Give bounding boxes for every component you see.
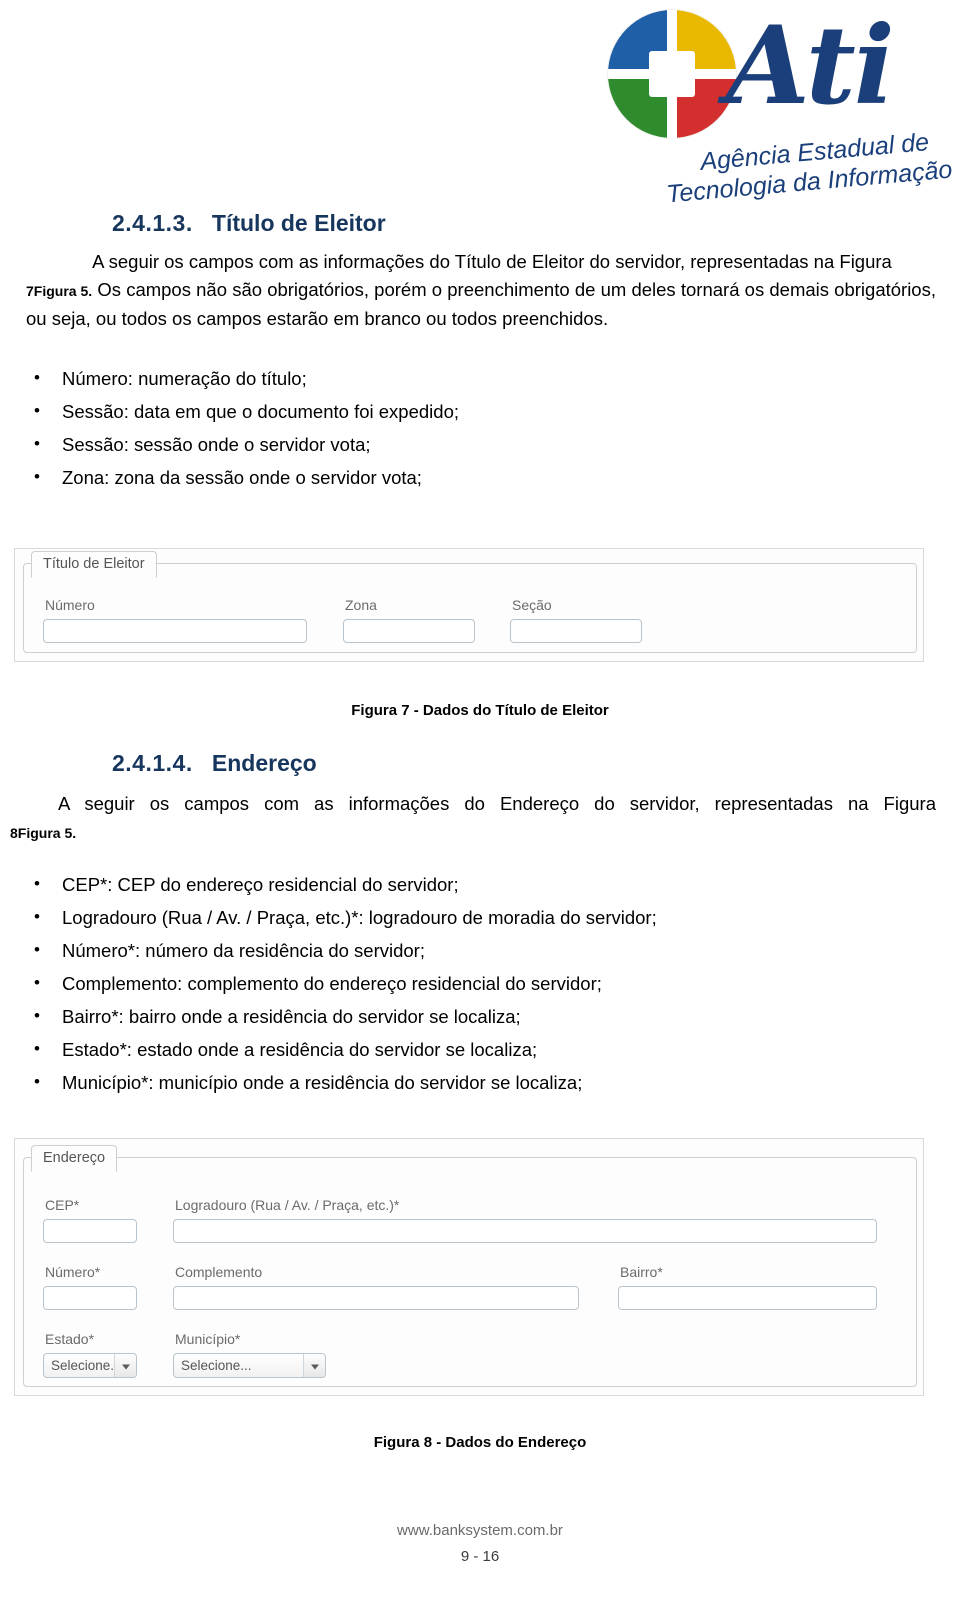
list-item: CEP*: CEP do endereço residencial do ser… xyxy=(34,867,942,901)
chevron-down-icon[interactable] xyxy=(303,1354,325,1377)
section1-paragraph: 7Figura 5. Os campos não são obrigatório… xyxy=(26,276,936,333)
list-item: Sessão: sessão onde o servidor vota; xyxy=(34,427,942,461)
list-item: Zona: zona da sessão onde o servidor vot… xyxy=(34,460,942,494)
municipio-label: Município* xyxy=(175,1331,241,1347)
section-number-2: 2.4.1.4. xyxy=(112,750,193,776)
section-number-1: 2.4.1.3. xyxy=(112,210,193,236)
bairro-input[interactable] xyxy=(618,1286,877,1310)
endereco-fieldset xyxy=(23,1157,917,1387)
figure-ref-1: Figura 5. xyxy=(33,283,93,299)
secao-input[interactable] xyxy=(510,619,642,643)
section1-intro-line1: A seguir os campos com as informações do… xyxy=(92,251,892,272)
numero-endereco-input[interactable] xyxy=(43,1286,137,1310)
complemento-input[interactable] xyxy=(173,1286,579,1310)
list-item: Número*: número da residência do servido… xyxy=(34,933,942,967)
estado-label: Estado* xyxy=(45,1331,95,1347)
list-item: Município*: município onde a residência … xyxy=(34,1065,942,1099)
section1-paragraph-text: Os campos não são obrigatórios, porém o … xyxy=(26,279,936,329)
list-item: Número: numeração do título; xyxy=(34,361,942,395)
section-title-2: Endereço xyxy=(211,750,317,776)
list-item: Bairro*: bairro onde a residência do ser… xyxy=(34,999,942,1033)
bairro-label: Bairro* xyxy=(620,1264,663,1280)
section1-bullet-list: Número: numeração do título; Sessão: dat… xyxy=(0,361,942,494)
footer-url: www.banksystem.com.br xyxy=(397,1522,563,1539)
figure-ref-2: Figura 5. xyxy=(17,825,77,841)
logradouro-input[interactable] xyxy=(173,1219,877,1243)
numero-input[interactable] xyxy=(43,619,307,643)
section-title-1: Título de Eleitor xyxy=(211,210,386,236)
municipio-select-value: Selecione... xyxy=(181,1358,252,1373)
figure7-caption: Figura 7 - Dados do Título de Eleitor xyxy=(351,702,609,719)
section-heading-2: 2.4.1.4. Endereço xyxy=(112,750,317,777)
municipio-select[interactable]: Selecione... xyxy=(173,1353,326,1378)
section-heading-1: 2.4.1.3. Título de Eleitor xyxy=(112,210,386,237)
list-item: Sessão: data em que o documento foi expe… xyxy=(34,394,942,428)
list-item: Logradouro (Rua / Av. / Praça, etc.)*: l… xyxy=(34,900,942,934)
figure8-caption: Figura 8 - Dados do Endereço xyxy=(373,1434,587,1451)
figure-marker-8: 8 xyxy=(10,825,18,841)
cep-input[interactable] xyxy=(43,1219,137,1243)
list-item: Complemento: complemento do endereço res… xyxy=(34,966,942,1000)
list-item: Estado*: estado onde a residência do ser… xyxy=(34,1032,942,1066)
chevron-down-icon[interactable] xyxy=(114,1354,136,1377)
ati-wordmark: Ati xyxy=(726,3,895,129)
ati-logo-mark xyxy=(608,10,736,138)
estado-select[interactable]: Selecione.. xyxy=(43,1353,137,1378)
zona-input[interactable] xyxy=(343,619,475,643)
figure7-screenshot: Título de Eleitor Número Zona Seção xyxy=(14,548,924,662)
logradouro-label: Logradouro (Rua / Av. / Praça, etc.)* xyxy=(175,1197,400,1213)
cep-label: CEP* xyxy=(45,1197,80,1213)
secao-label: Seção xyxy=(512,597,552,613)
zona-label: Zona xyxy=(345,597,377,613)
titulo-eleitor-legend: Título de Eleitor xyxy=(31,551,157,578)
section2-bullet-list: CEP*: CEP do endereço residencial do ser… xyxy=(0,867,942,1099)
numero-endereco-label: Número* xyxy=(45,1264,101,1280)
numero-label: Número xyxy=(45,597,95,613)
complemento-label: Complemento xyxy=(175,1264,263,1280)
section2-intro-line1: A seguir os campos com as informações do… xyxy=(58,793,936,814)
endereco-legend: Endereço xyxy=(31,1145,118,1172)
section2-figure-marker-wrap: 8Figura 5. xyxy=(10,818,310,847)
estado-select-value: Selecione.. xyxy=(51,1358,118,1373)
figure-marker-7: 7 xyxy=(26,283,34,299)
figure8-screenshot: Endereço CEP* Logradouro (Rua / Av. / Pr… xyxy=(14,1138,924,1396)
footer-page-number: 9 - 16 xyxy=(460,1548,500,1565)
company-logo: Ati Agência Estadual de Tecnologia da In… xyxy=(608,3,953,208)
